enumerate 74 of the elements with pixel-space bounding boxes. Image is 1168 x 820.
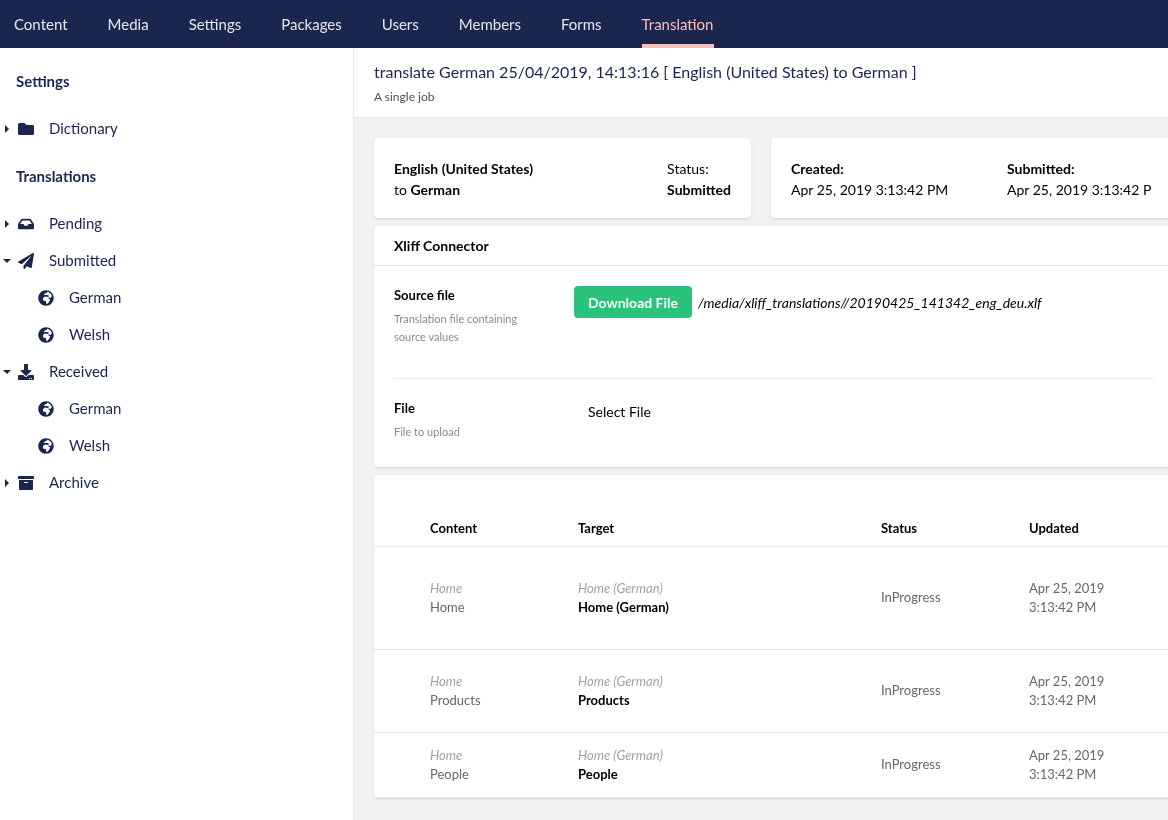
- table-cell-text: InProgress: [881, 681, 942, 701]
- nav-tab[interactable]: Packages: [281, 0, 342, 48]
- page-title: translate German 25/04/2019, 14:13:16 [ English (United States) to German ]: [374, 61, 918, 83]
- nav-tab[interactable]: Settings: [188, 0, 242, 48]
- table-cell-text: InProgress: [881, 755, 942, 775]
- globe-icon: [38, 437, 54, 454]
- tree-item[interactable]: Received: [49, 360, 109, 383]
- table-cell-text: Home (German): [578, 578, 664, 598]
- created-date: Apr 25, 2019 3:13:42 PM: [791, 180, 950, 200]
- tree-item[interactable]: Pending: [49, 212, 103, 235]
- field-label: Source file: [394, 286, 456, 305]
- caret-icon[interactable]: [3, 219, 11, 228]
- to-label: to: [394, 181, 407, 198]
- column-header: Status: [881, 518, 919, 538]
- table-cell-text: Home: [430, 745, 464, 765]
- section-heading: Translations: [15, 166, 98, 187]
- tree-item[interactable]: German: [69, 397, 122, 420]
- tree-item[interactable]: German: [69, 286, 122, 309]
- column-header: Target: [578, 518, 616, 538]
- column-header: Content: [430, 518, 478, 538]
- caret-icon[interactable]: [3, 256, 11, 265]
- status-label: Status:: [667, 159, 710, 179]
- table-cell-text: People: [430, 765, 470, 784]
- card-title: Xliff Connector: [374, 226, 1168, 266]
- field-label: File: [394, 399, 416, 418]
- table-cell-text: 3:13:42 PM: [1029, 598, 1098, 617]
- file-path: /media/xliff_translations//20190425_141342_eng_deu.xlf: [698, 293, 1042, 313]
- select-file-button[interactable]: Select File: [588, 401, 651, 421]
- globe-icon: [38, 400, 54, 417]
- tree-item[interactable]: Submitted: [49, 249, 117, 272]
- caret-icon[interactable]: [3, 124, 11, 133]
- table-cell-text: People: [578, 765, 619, 784]
- archive-icon: [18, 474, 34, 491]
- nav-tab[interactable]: Users: [381, 0, 419, 48]
- created-label: Created:: [791, 159, 845, 179]
- tree-item[interactable]: Welsh: [69, 323, 110, 346]
- table-cell-text: Home (German): [578, 745, 664, 765]
- table-cell-text: 3:13:42 PM: [1029, 691, 1098, 710]
- table-cell-text: 3:13:42 PM: [1029, 765, 1098, 784]
- field-description: Translation file containing source values: [394, 310, 519, 345]
- caret-icon[interactable]: [3, 478, 11, 487]
- submitted-label: Submitted:: [1007, 159, 1076, 179]
- download-icon: [18, 363, 34, 380]
- status-value: Submitted: [667, 180, 731, 200]
- table-cell-text: Products: [430, 691, 482, 710]
- table-cell-text: Apr 25, 2019: [1029, 578, 1106, 598]
- tree-item[interactable]: Archive: [49, 471, 99, 494]
- caret-icon[interactable]: [3, 367, 11, 376]
- table-cell-text: Home: [430, 578, 464, 598]
- globe-icon: [38, 289, 54, 306]
- tree-item[interactable]: Dictionary: [49, 117, 118, 140]
- nav-tab[interactable]: Media: [107, 0, 149, 48]
- section-heading: Settings: [15, 71, 71, 92]
- field-description: File to upload: [394, 423, 461, 440]
- paper-plane-icon: [18, 252, 34, 269]
- nav-tab[interactable]: Members: [458, 0, 521, 48]
- page-subtitle: A single job: [374, 88, 436, 106]
- table-cell-text: Products: [578, 691, 631, 710]
- column-header: Updated: [1029, 518, 1080, 538]
- table-cell-text: Home (German): [578, 671, 664, 691]
- target-language: German: [410, 181, 461, 198]
- table-cell-text: InProgress: [881, 588, 942, 608]
- tree-item[interactable]: Welsh: [69, 434, 110, 457]
- table-cell-text: Home: [430, 598, 466, 617]
- table-cell-text: Apr 25, 2019: [1029, 671, 1106, 691]
- table-cell-text: Home (German): [578, 598, 670, 617]
- source-language: English (United States): [394, 159, 533, 179]
- folder-icon: [18, 120, 34, 137]
- submitted-date: Apr 25, 2019 3:13:42 P: [1007, 180, 1152, 200]
- nav-tab[interactable]: Forms: [560, 0, 602, 48]
- nav-tab[interactable]: Content: [14, 0, 68, 48]
- globe-icon: [38, 326, 54, 343]
- table-cell-text: Home: [430, 671, 464, 691]
- table-cell-text: Apr 25, 2019: [1029, 745, 1106, 765]
